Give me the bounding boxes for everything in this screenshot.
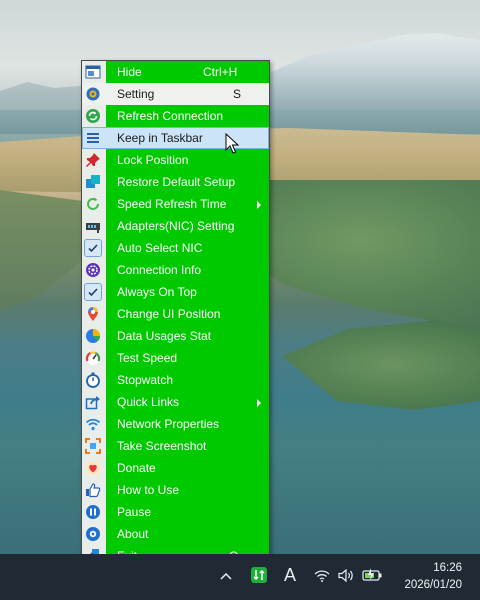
menu-item-how-to-use[interactable]: How to Use <box>82 479 269 501</box>
taskbar-icon <box>85 130 101 146</box>
menu-item-take-screenshot[interactable]: Take Screenshot <box>82 435 269 457</box>
menu-item-refresh-connection[interactable]: Refresh Connection <box>82 105 269 127</box>
wallpaper-marsh <box>0 190 90 310</box>
wallpaper-mountain <box>250 33 480 115</box>
system-clock[interactable]: 16:26 2026/01/20 <box>404 560 462 594</box>
menu-item-lock-position[interactable]: Lock Position <box>82 149 269 171</box>
menu-item-label: Setting <box>117 87 155 101</box>
menu-item-change-ui-position[interactable]: Change UI Position <box>82 303 269 325</box>
clock-time: 16:26 <box>433 562 462 574</box>
pause-icon <box>85 504 101 520</box>
menu-item-label: Test Speed <box>117 351 178 365</box>
menu-item-label: Always On Top <box>117 285 197 299</box>
wallpaper-island <box>282 320 480 410</box>
menu-item-label: Adapters(NIC) Setting <box>117 219 235 233</box>
menu-item-label: Take Screenshot <box>117 439 207 453</box>
volume-icon[interactable] <box>338 568 354 586</box>
wifi-icon[interactable] <box>314 569 330 586</box>
screenshot-icon <box>85 438 101 454</box>
show-hidden-icons-chevron-icon[interactable] <box>220 569 232 585</box>
share-icon <box>85 394 101 410</box>
window-icon <box>85 64 101 80</box>
network-speed-app-tray-icon[interactable] <box>251 567 267 587</box>
menu-item-label: Quick Links <box>117 395 180 409</box>
submenu-arrow-icon <box>257 201 261 209</box>
input-method-indicator[interactable]: A <box>284 566 296 584</box>
menu-item-label: About <box>117 527 149 541</box>
menu-item-restore-default-setup[interactable]: Restore Default Setup <box>82 171 269 193</box>
stopwatch-icon <box>85 372 101 388</box>
gear-icon <box>85 86 101 102</box>
menu-item-hide[interactable]: Hide Ctrl+H <box>82 61 269 83</box>
wallpaper-hills <box>0 82 90 115</box>
menu-item-label: Auto Select NIC <box>117 241 203 255</box>
menu-item-shortcut: Ctrl+H <box>203 65 238 79</box>
about-icon <box>85 526 101 542</box>
menu-item-label: Connection Info <box>117 263 202 277</box>
menu-item-adapters-setting[interactable]: Adapters(NIC) Setting <box>82 215 269 237</box>
context-menu: Hide Ctrl+H Setting S Refresh Connection… <box>81 60 270 566</box>
menu-item-about[interactable]: About <box>82 523 269 545</box>
mouse-cursor-icon <box>225 133 239 154</box>
battery-charging-icon[interactable] <box>362 568 384 586</box>
menu-item-label: Stopwatch <box>117 373 174 387</box>
thumbs-up-icon <box>85 482 101 498</box>
menu-item-data-usages-stat[interactable]: Data Usages Stat <box>82 325 269 347</box>
checkmark-icon <box>84 239 102 257</box>
clock-date: 2026/01/20 <box>404 579 462 591</box>
submenu-arrow-icon <box>257 399 261 407</box>
menu-item-label: Network Properties <box>117 417 220 431</box>
network-adapter-icon <box>85 218 101 234</box>
restore-icon <box>85 174 101 190</box>
speedometer-icon <box>85 350 101 366</box>
menu-item-keep-in-taskbar[interactable]: Keep in Taskbar <box>82 127 269 149</box>
menu-item-label: How to Use <box>117 483 180 497</box>
menu-item-label: Pause <box>117 505 152 519</box>
menu-item-label: Donate <box>117 461 156 475</box>
menu-item-label: Speed Refresh Time <box>117 197 227 211</box>
menu-item-label: Hide <box>117 65 142 79</box>
taskbar: A 16:26 2026/01/20 <box>0 554 480 600</box>
wifi-icon <box>85 416 101 432</box>
menu-item-auto-select-nic[interactable]: Auto Select NIC <box>82 237 269 259</box>
menu-item-donate[interactable]: Donate <box>82 457 269 479</box>
menu-item-speed-refresh-time[interactable]: Speed Refresh Time <box>82 193 269 215</box>
menu-item-always-on-top[interactable]: Always On Top <box>82 281 269 303</box>
menu-item-pause[interactable]: Pause <box>82 501 269 523</box>
refresh-icon <box>85 108 101 124</box>
menu-item-quick-links[interactable]: Quick Links <box>82 391 269 413</box>
menu-item-label: Refresh Connection <box>117 109 224 123</box>
map-pin-icon <box>85 306 101 322</box>
pie-chart-icon <box>85 328 101 344</box>
menu-item-label: Restore Default Setup <box>117 175 236 189</box>
menu-item-setting[interactable]: Setting S <box>82 83 269 105</box>
menu-item-connection-info[interactable]: Connection Info <box>82 259 269 281</box>
menu-item-test-speed[interactable]: Test Speed <box>82 347 269 369</box>
menu-item-label: Data Usages Stat <box>117 329 212 343</box>
menu-item-shortcut: S <box>233 87 242 101</box>
menu-item-stopwatch[interactable]: Stopwatch <box>82 369 269 391</box>
checkmark-icon <box>84 283 102 301</box>
menu-item-network-properties[interactable]: Network Properties <box>82 413 269 435</box>
menu-item-label: Lock Position <box>117 153 189 167</box>
refresh-circle-icon <box>85 196 101 212</box>
menu-item-label: Keep in Taskbar <box>117 131 203 145</box>
pin-icon <box>85 152 101 168</box>
menu-item-label: Change UI Position <box>117 307 221 321</box>
info-gear-icon <box>85 262 101 278</box>
heart-icon <box>85 460 101 476</box>
